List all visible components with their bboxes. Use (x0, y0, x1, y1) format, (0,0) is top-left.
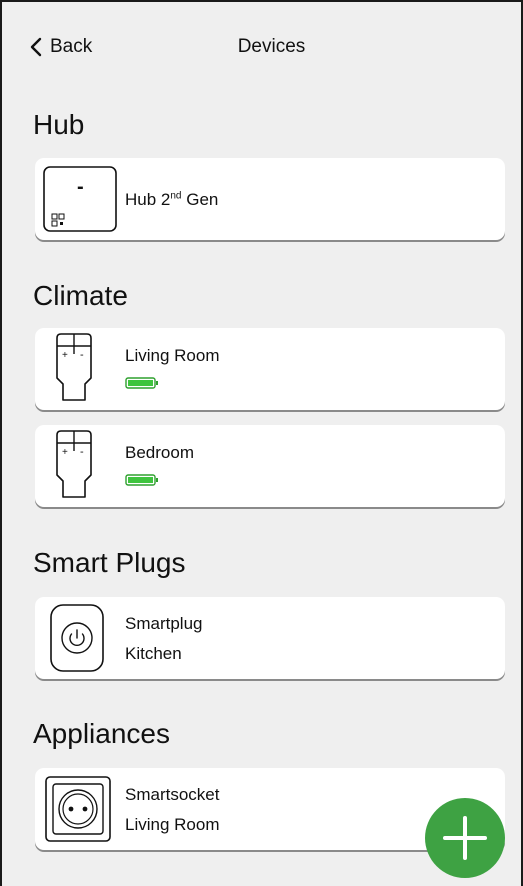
device-name-hub: Hub 2nd Gen (125, 190, 219, 209)
section-title-climate: Climate (33, 280, 128, 311)
device-name-bedroom: Bedroom (125, 443, 194, 462)
battery-icon (125, 377, 158, 389)
app-frame: Back Devices Hub - Hub 2nd Gen Climate +… (0, 0, 523, 886)
hub-icon: - (43, 166, 117, 237)
device-location-smartsocket: Living Room (125, 815, 220, 834)
device-card-smartplug[interactable]: Smartplug Kitchen (35, 597, 505, 679)
smartplug-icon (49, 603, 105, 678)
device-name-living-room: Living Room (125, 346, 220, 365)
battery-icon (125, 474, 158, 486)
section-title-appliances: Appliances (33, 718, 170, 749)
device-name-smartsocket: Smartsocket (125, 785, 220, 804)
top-bar: Back Devices (2, 30, 521, 66)
section-title-hub: Hub (33, 109, 85, 140)
battery-fill (128, 477, 153, 483)
section-title-smart-plugs: Smart Plugs (33, 547, 186, 578)
hub-display-dash: - (77, 176, 84, 198)
device-name-smartplug: Smartplug (125, 614, 203, 633)
battery-fill (128, 380, 153, 386)
thermostat-icon: + - (51, 429, 97, 506)
device-card-living-room[interactable]: + - Living Room (35, 328, 505, 410)
device-card-hub[interactable]: - Hub 2nd Gen (35, 158, 505, 240)
add-device-button[interactable] (425, 798, 505, 878)
plus-icon (443, 816, 487, 860)
socket-icon (45, 776, 111, 847)
thermostat-icon: + - (51, 332, 97, 409)
device-card-bedroom[interactable]: + - Bedroom (35, 425, 505, 507)
device-location-smartplug: Kitchen (125, 644, 182, 663)
page-title: Devices (237, 36, 306, 57)
